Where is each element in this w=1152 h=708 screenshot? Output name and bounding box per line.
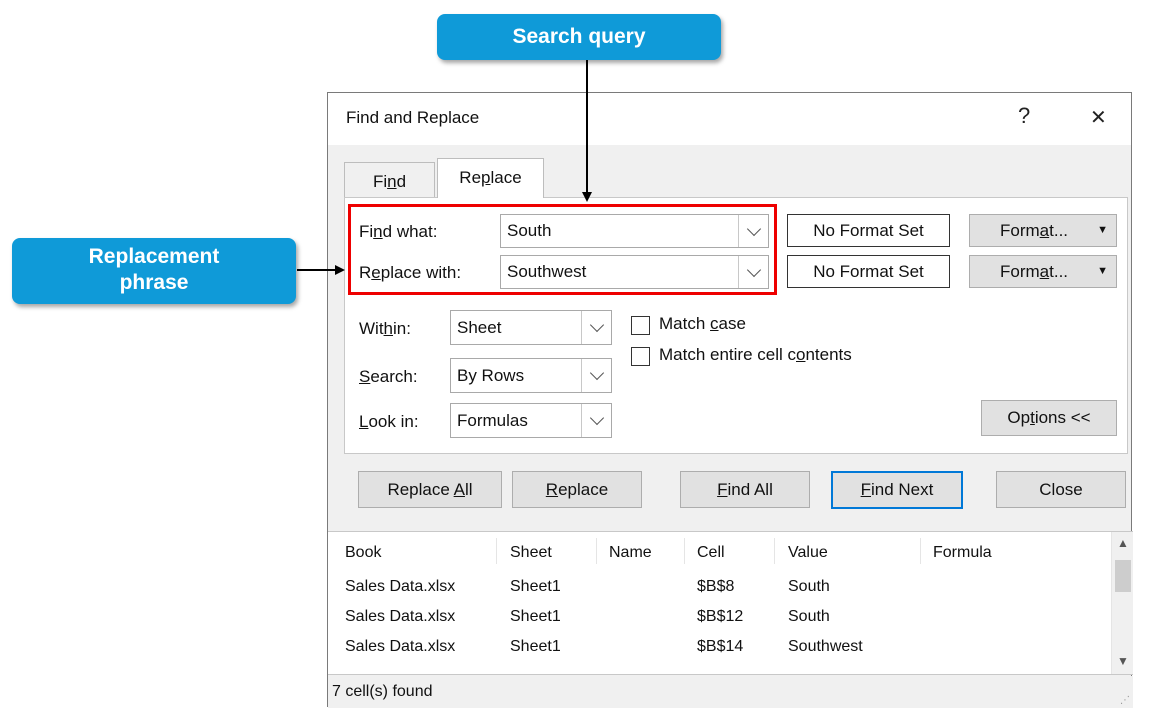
annotation-arrows [297,60,592,275]
tab-replace-label: Replace [459,168,522,187]
tab-replace[interactable]: Replace [437,158,544,198]
